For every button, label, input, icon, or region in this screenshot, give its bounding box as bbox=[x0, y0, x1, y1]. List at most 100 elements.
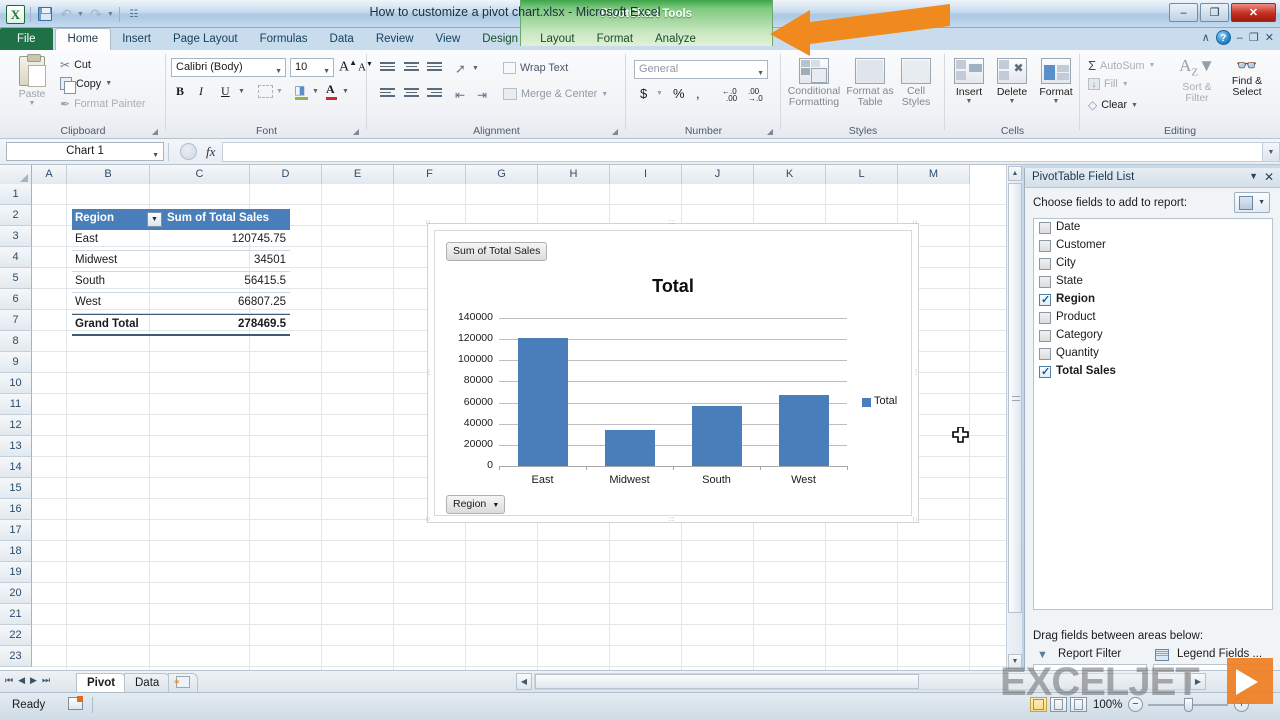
decrease-indent-button[interactable]: ⇤ bbox=[455, 88, 465, 102]
field-checkbox[interactable] bbox=[1039, 330, 1051, 342]
zoom-in-button[interactable]: + bbox=[1234, 697, 1249, 712]
row-header-7[interactable]: 7 bbox=[0, 310, 32, 331]
field-list-item[interactable]: Total Sales bbox=[1034, 363, 1272, 381]
number-dialog-launcher[interactable]: ◢ bbox=[767, 127, 773, 136]
field-list-menu-caret-icon[interactable]: ▼ bbox=[1249, 171, 1258, 181]
row-header-13[interactable]: 13 bbox=[0, 436, 32, 457]
alignment-dialog-launcher[interactable]: ◢ bbox=[612, 127, 618, 136]
format-cells-button[interactable]: Format ▼ bbox=[1035, 58, 1077, 105]
hscroll-track[interactable] bbox=[534, 673, 1188, 690]
number-format-caret-icon[interactable]: ▼ bbox=[757, 65, 764, 82]
row-header-8[interactable]: 8 bbox=[0, 331, 32, 352]
row-header-19[interactable]: 19 bbox=[0, 562, 32, 583]
increase-decimal-button[interactable]: ←.0.00 bbox=[722, 88, 737, 103]
select-all-corner[interactable] bbox=[0, 165, 32, 184]
sheet-tab-pivot[interactable]: Pivot bbox=[76, 673, 127, 692]
ribbon-tab-review[interactable]: Review bbox=[365, 29, 425, 50]
chart-bar[interactable] bbox=[604, 429, 655, 466]
fill-color-button[interactable]: ◨ bbox=[294, 83, 308, 100]
row-header-14[interactable]: 14 bbox=[0, 457, 32, 478]
field-list-layout-button[interactable]: ▼ bbox=[1234, 192, 1270, 213]
hscroll-left-button[interactable]: ◀ bbox=[516, 673, 532, 690]
field-list-item[interactable]: City bbox=[1034, 255, 1272, 273]
row-header-10[interactable]: 10 bbox=[0, 373, 32, 394]
pivot-table-row[interactable]: Midwest 34501 bbox=[72, 251, 290, 272]
wrap-text-button[interactable]: Wrap Text bbox=[503, 62, 568, 74]
field-list-item[interactable]: Date bbox=[1034, 219, 1272, 237]
pivot-chart[interactable]: :::: ⋮ ⋮ :::: ∷ ∷ ∷ ∷ Sum of Total Sales… bbox=[426, 220, 919, 523]
column-header-G[interactable]: G bbox=[466, 165, 538, 184]
clipboard-dialog-launcher[interactable]: ◢ bbox=[152, 127, 158, 136]
merge-center-caret-icon[interactable]: ▼ bbox=[601, 91, 608, 98]
scroll-up-button[interactable]: ▲ bbox=[1008, 166, 1022, 181]
align-left-button[interactable] bbox=[380, 88, 395, 101]
copy-button[interactable]: Copy ▼ bbox=[60, 77, 112, 94]
horizontal-scrollbar[interactable]: ◀ ▶ bbox=[516, 673, 1206, 690]
paste-button[interactable]: Paste ▼ bbox=[10, 54, 54, 107]
field-list-item[interactable]: Quantity bbox=[1034, 345, 1272, 363]
font-color-caret-icon[interactable]: ▼ bbox=[342, 88, 349, 95]
field-checkbox[interactable] bbox=[1039, 364, 1051, 381]
normal-view-button[interactable] bbox=[1030, 697, 1047, 712]
orientation-button[interactable]: ➚ bbox=[455, 61, 466, 77]
ribbon-tab-format[interactable]: Format bbox=[586, 29, 644, 50]
chart-bar[interactable] bbox=[517, 338, 568, 466]
number-format-select[interactable]: General ▼ bbox=[634, 60, 768, 79]
italic-button[interactable]: I bbox=[199, 84, 203, 99]
prev-sheet-button[interactable]: ◀ bbox=[18, 675, 25, 686]
comma-button[interactable]: , bbox=[696, 86, 700, 101]
help-icon[interactable]: ? bbox=[1215, 30, 1231, 45]
field-list-item[interactable]: State bbox=[1034, 273, 1272, 291]
minimize-workbook-icon[interactable]: – bbox=[1237, 32, 1243, 44]
column-header-J[interactable]: J bbox=[682, 165, 754, 184]
row-header-9[interactable]: 9 bbox=[0, 352, 32, 373]
delete-cells-button[interactable]: ✖ Delete ▼ bbox=[991, 58, 1033, 105]
column-header-L[interactable]: L bbox=[826, 165, 898, 184]
column-header-C[interactable]: C bbox=[150, 165, 250, 184]
conditional-formatting-button[interactable]: Conditional Formatting bbox=[783, 58, 845, 108]
field-checkbox[interactable] bbox=[1039, 276, 1051, 288]
format-as-table-button[interactable]: Format as Table bbox=[846, 58, 894, 108]
pivot-filter-button[interactable]: ▼ bbox=[147, 212, 162, 227]
currency-caret-icon[interactable]: ▼ bbox=[656, 90, 663, 97]
pivot-table[interactable]: Region ▼ Sum of Total Sales East 120745.7… bbox=[72, 209, 290, 336]
fill-button[interactable]: ↓ Fill ▼ bbox=[1088, 78, 1129, 90]
column-header-K[interactable]: K bbox=[754, 165, 826, 184]
clear-button[interactable]: ◇ Clear ▼ bbox=[1088, 98, 1138, 112]
pivot-table-row[interactable]: West 66807.25 bbox=[72, 293, 290, 314]
ribbon-tab-formulas[interactable]: Formulas bbox=[249, 29, 319, 50]
minimize-window-button[interactable]: – bbox=[1169, 3, 1198, 22]
insert-function-button[interactable]: fx bbox=[206, 144, 215, 160]
chart-bar[interactable] bbox=[778, 395, 829, 466]
font-family-input[interactable]: Calibri (Body) ▼ bbox=[171, 58, 286, 77]
next-sheet-button[interactable]: ▶ bbox=[30, 675, 37, 686]
grow-font-button[interactable]: A▲ bbox=[339, 58, 357, 76]
value-field-button[interactable]: Sum of Total Sales bbox=[446, 242, 548, 261]
scroll-thumb[interactable] bbox=[1008, 183, 1022, 613]
percent-button[interactable]: % bbox=[673, 86, 685, 101]
row-header-5[interactable]: 5 bbox=[0, 268, 32, 289]
new-sheet-tab-button[interactable]: ✶ bbox=[168, 673, 198, 692]
chart-title[interactable]: Total bbox=[435, 276, 911, 297]
row-header-18[interactable]: 18 bbox=[0, 541, 32, 562]
ribbon-tab-analyze[interactable]: Analyze bbox=[644, 29, 707, 50]
column-header-F[interactable]: F bbox=[394, 165, 466, 184]
font-color-button[interactable]: A bbox=[326, 82, 337, 100]
borders-caret-icon[interactable]: ▼ bbox=[276, 88, 283, 95]
axis-field-caret-icon[interactable]: ▼ bbox=[492, 499, 499, 512]
row-header-3[interactable]: 3 bbox=[0, 226, 32, 247]
cell-styles-button[interactable]: Cell Styles bbox=[894, 58, 938, 108]
row-header-1[interactable]: 1 bbox=[0, 184, 32, 205]
orientation-caret-icon[interactable]: ▼ bbox=[472, 65, 479, 72]
column-header-I[interactable]: I bbox=[610, 165, 682, 184]
field-list-item[interactable]: Category bbox=[1034, 327, 1272, 345]
field-checkbox[interactable] bbox=[1039, 222, 1051, 234]
row-header-23[interactable]: 23 bbox=[0, 646, 32, 667]
page-break-preview-button[interactable] bbox=[1070, 697, 1087, 712]
chart-bar[interactable] bbox=[691, 406, 742, 466]
underline-caret-icon[interactable]: ▼ bbox=[238, 87, 245, 95]
field-checkbox[interactable] bbox=[1039, 240, 1051, 252]
insert-caret-icon[interactable]: ▼ bbox=[949, 98, 989, 105]
restore-window-button[interactable]: ❐ bbox=[1200, 3, 1229, 22]
merge-center-button[interactable]: Merge & Center ▼ bbox=[503, 88, 608, 100]
